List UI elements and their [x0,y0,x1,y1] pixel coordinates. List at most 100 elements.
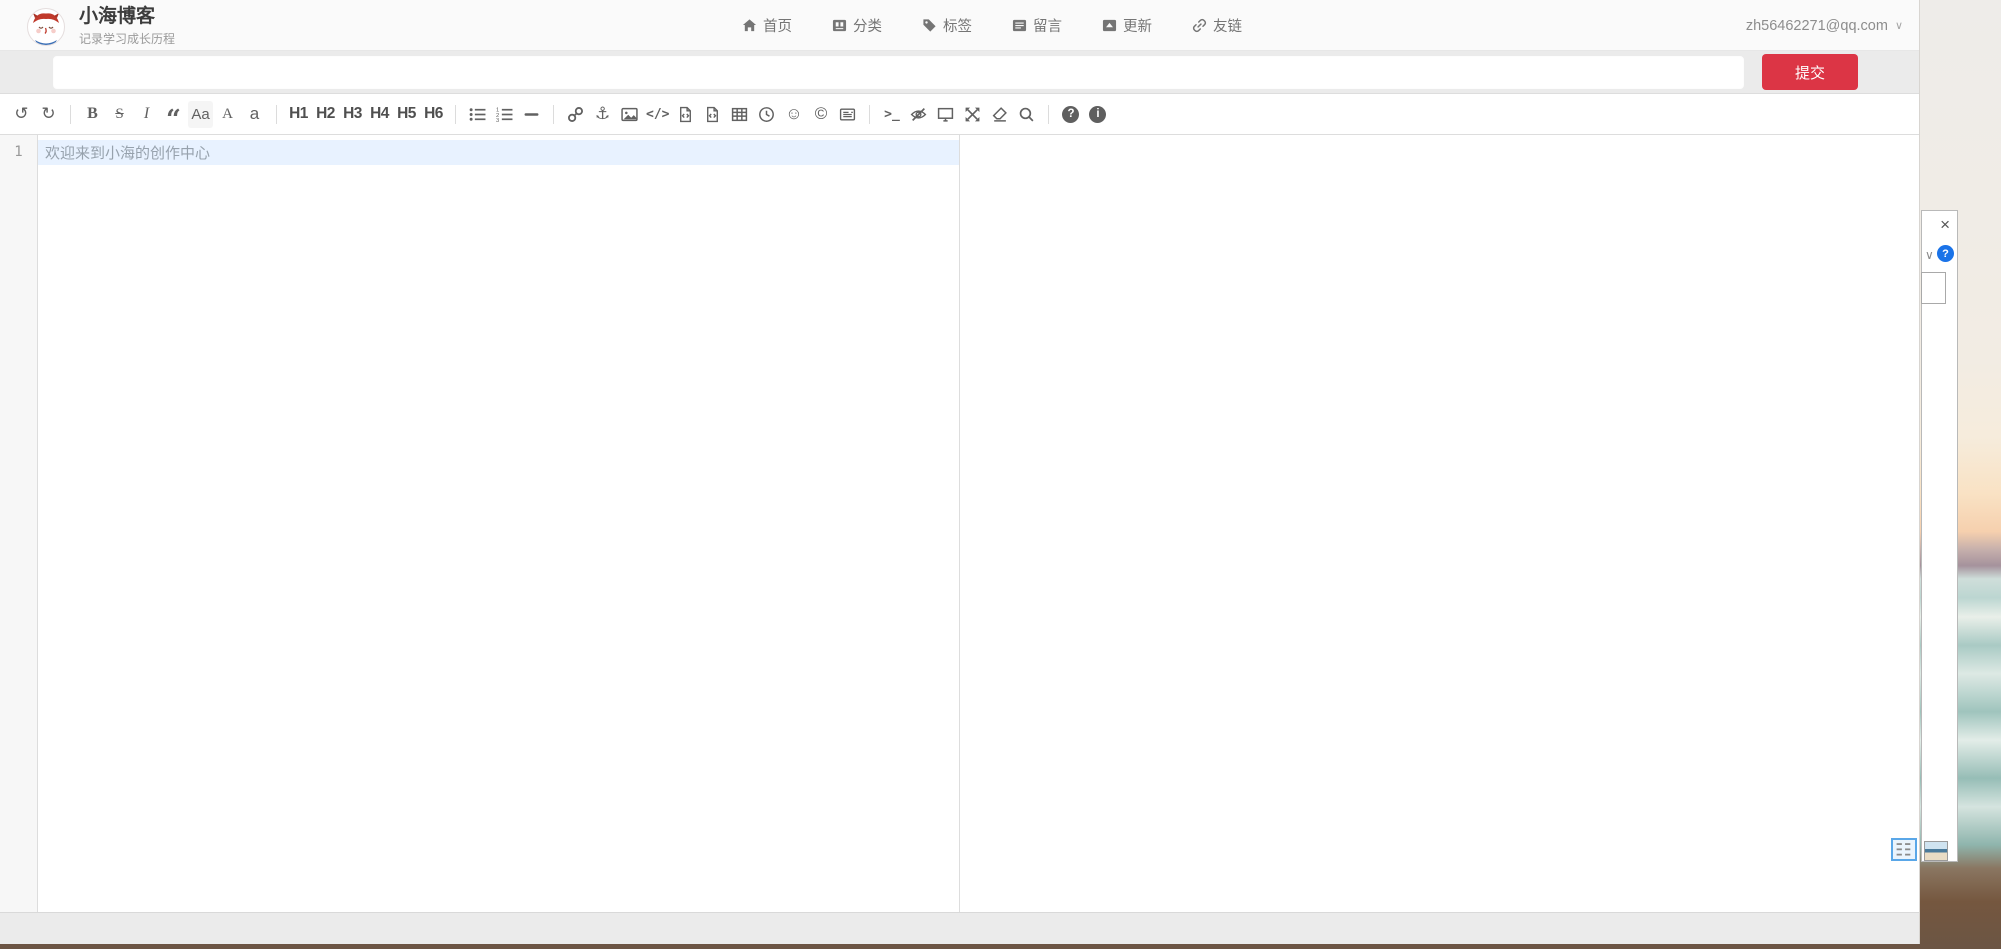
close-icon[interactable]: × [1940,216,1950,233]
list-view-icon[interactable] [1891,838,1917,861]
datetime-button[interactable] [754,101,779,128]
h6-button[interactable]: H6 [421,101,446,128]
help-badge-icon[interactable]: ? [1937,245,1954,262]
message-icon [1012,18,1027,33]
account-email: zh56462271@qq.com [1746,18,1888,34]
toolbar-divider [869,105,870,124]
preformatted-text-button[interactable] [673,101,698,128]
cartoon-avatar-icon [28,9,64,45]
toolbar-divider [276,105,277,124]
popup-input[interactable] [1921,272,1946,304]
monitor-icon [937,106,954,123]
editor-placeholder-text: 欢迎来到小海的创作中心 [45,142,210,163]
undo-button[interactable]: ↺ [9,101,34,128]
table-icon [731,106,748,123]
list-ol-icon: 123 [496,106,513,123]
fullscreen-button[interactable] [960,101,985,128]
nav-label: 首页 [763,15,792,36]
chevron-down-icon[interactable]: ∨ [1925,248,1934,262]
page-content: 小海博客 记录学习成长历程 首页 分类 标签 留言 [0,0,1920,944]
markdown-editor: ↺ ↻ B S I “ Aa A a H1 H2 H3 H4 H5 H6 123… [0,93,1919,913]
redo-button[interactable]: ↻ [36,101,61,128]
list-ul-icon [469,106,486,123]
overlay-popup-panel: × ∨ ? [1921,210,1958,862]
category-icon [832,18,847,33]
pagebreak-button[interactable] [835,101,860,128]
strikethrough-button[interactable]: S [107,101,132,128]
nav-label: 更新 [1123,15,1152,36]
editor-toolbar: ↺ ↻ B S I “ Aa A a H1 H2 H3 H4 H5 H6 123… [0,94,1919,135]
site-subtitle: 记录学习成长历程 [79,30,175,47]
account-dropdown[interactable]: zh56462271@qq.com ∨ [1746,0,1903,51]
tag-icon [922,18,937,33]
friend-link-icon [1192,18,1207,33]
toolbar-divider [455,105,456,124]
html-entities-button[interactable]: © [808,101,833,128]
code-block-button[interactable] [700,101,725,128]
info-icon: i [1089,106,1106,123]
horizontal-rule-button[interactable] [519,101,544,128]
image-icon [621,106,638,123]
goto-line-button[interactable]: >_ [879,101,904,128]
ucwords-button[interactable]: Aa [188,101,213,128]
line-number-gutter: 1 [0,135,38,912]
nav-label: 留言 [1033,15,1062,36]
clear-button[interactable] [987,101,1012,128]
toolbar-divider [553,105,554,124]
nav-label: 友链 [1213,15,1242,36]
h4-button[interactable]: H4 [367,101,392,128]
nav-item-updates[interactable]: 更新 [1102,15,1152,36]
home-icon [742,18,757,33]
nav-item-category[interactable]: 分类 [832,15,882,36]
horizontal-rule-icon [523,106,540,123]
brand: 小海博客 记录学习成长历程 [27,6,175,47]
inline-code-button[interactable]: </> [644,101,671,128]
h2-button[interactable]: H2 [313,101,338,128]
nav-item-messages[interactable]: 留言 [1012,15,1062,36]
table-button[interactable] [727,101,752,128]
link-button[interactable] [563,101,588,128]
image-button[interactable] [617,101,642,128]
lowercase-button[interactable]: a [242,101,267,128]
eraser-icon [991,106,1008,123]
site-title: 小海博客 [79,6,175,28]
file-code-icon [704,106,721,123]
help-button[interactable]: ? [1058,101,1083,128]
h1-button[interactable]: H1 [286,101,311,128]
post-title-input[interactable] [53,56,1744,89]
editor-code-area[interactable]: 欢迎来到小海的创作中心 [38,135,959,912]
anchor-button[interactable]: ⚓ [590,101,615,128]
main-nav: 首页 分类 标签 留言 更新 友链 [742,0,1242,51]
nav-item-tags[interactable]: 标签 [922,15,972,36]
editor-body: 1 欢迎来到小海的创作中心 [0,135,1919,912]
submit-button[interactable]: 提交 [1762,54,1858,90]
uppercase-button[interactable]: A [215,101,240,128]
italic-button[interactable]: I [134,101,159,128]
image-thumbnail-icon[interactable] [1924,841,1948,861]
h5-button[interactable]: H5 [394,101,419,128]
nav-item-friend-links[interactable]: 友链 [1192,15,1242,36]
clock-icon [758,106,775,123]
help-icon: ? [1062,106,1079,123]
codemirror-pane: 1 欢迎来到小海的创作中心 [0,135,960,912]
pagebreak-icon [839,106,856,123]
watch-toggle-button[interactable] [906,101,931,128]
info-button[interactable]: i [1085,101,1110,128]
update-icon [1102,18,1117,33]
svg-text:3: 3 [496,118,499,123]
nav-label: 分类 [853,15,882,36]
preview-html-button[interactable] [933,101,958,128]
line-number: 1 [0,140,37,165]
quote-button[interactable]: “ [161,101,186,128]
emoji-button[interactable]: ☺ [781,101,806,128]
nav-item-home[interactable]: 首页 [742,15,792,36]
list-ul-button[interactable] [465,101,490,128]
search-icon [1018,106,1035,123]
brand-text: 小海博客 记录学习成长历程 [79,6,175,47]
h3-button[interactable]: H3 [340,101,365,128]
chevron-down-icon: ∨ [1895,19,1903,32]
link-icon [567,106,584,123]
list-ol-button[interactable]: 123 [492,101,517,128]
bold-button[interactable]: B [80,101,105,128]
search-button[interactable] [1014,101,1039,128]
